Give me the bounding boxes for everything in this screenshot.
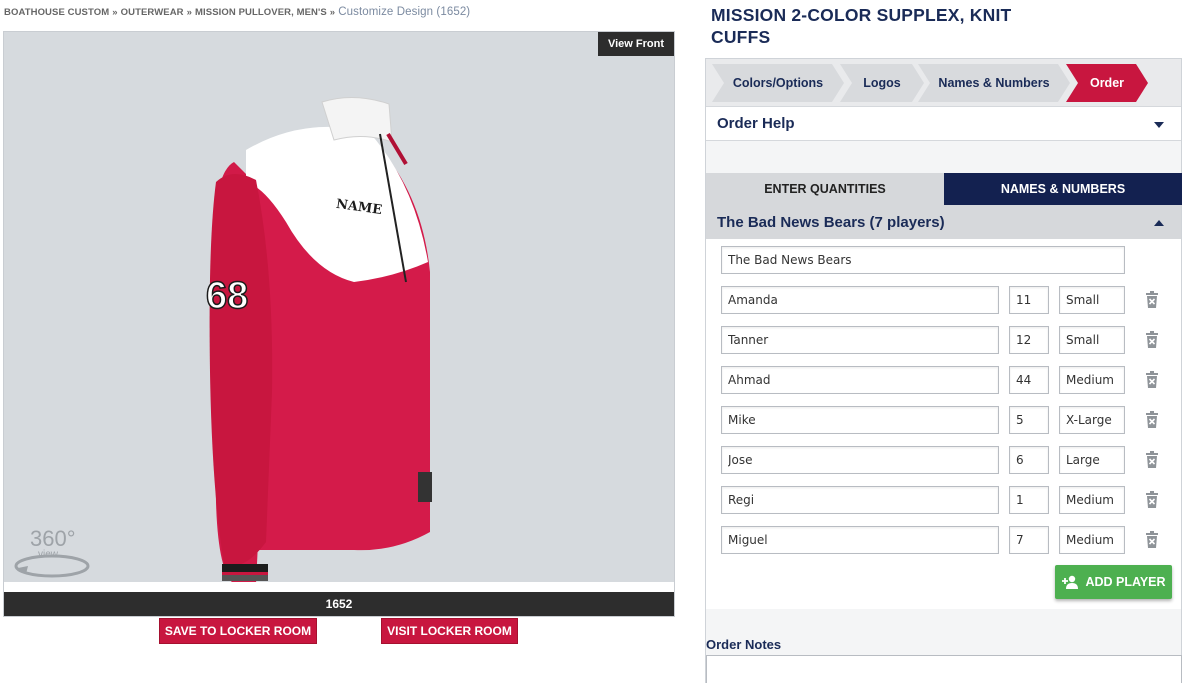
view-front-button[interactable]: View Front (598, 32, 674, 56)
player-name-input[interactable] (721, 326, 999, 354)
breadcrumb-current: Customize Design (1652) (338, 6, 471, 18)
jacket-preview-image: NAME 68 (205, 96, 432, 584)
order-panel: Colors/Options Logos Names & Numbers Ord… (705, 58, 1182, 683)
player-size-select[interactable] (1059, 326, 1125, 354)
product-title: MISSION 2-COLOR SUPPLEX, KNIT CUFFS (711, 5, 1012, 47)
team-header-label: The Bad News Bears (7 players) (717, 213, 945, 231)
chevron-down-icon (1154, 122, 1164, 128)
player-name-input[interactable] (721, 406, 999, 434)
step-names-numbers[interactable]: Names & Numbers (918, 64, 1070, 102)
rotate-360-icon[interactable]: 360° view (12, 524, 96, 586)
player-row (721, 486, 1181, 514)
breadcrumb-link-mission-pullover[interactable]: MISSION PULLOVER, MEN'S (195, 7, 327, 18)
trash-icon[interactable] (1143, 411, 1161, 429)
breadcrumb-link-outerwear[interactable]: OUTERWEAR (121, 7, 184, 18)
player-name-input[interactable] (721, 446, 999, 474)
player-size-select[interactable] (1059, 406, 1125, 434)
player-number-input[interactable] (1009, 446, 1049, 474)
player-size-select[interactable] (1059, 446, 1125, 474)
player-row (721, 446, 1181, 474)
add-player-button[interactable]: ADD PLAYER (1055, 565, 1172, 599)
player-name-input[interactable] (721, 486, 999, 514)
add-person-icon (1062, 575, 1079, 589)
trash-icon[interactable] (1143, 491, 1161, 509)
player-row (721, 286, 1181, 314)
step-logos[interactable]: Logos (840, 64, 924, 102)
save-to-locker-room-button[interactable]: SAVE TO LOCKER ROOM (159, 618, 317, 644)
trash-icon[interactable] (1143, 451, 1161, 469)
player-size-select[interactable] (1059, 286, 1125, 314)
trash-icon[interactable] (1143, 331, 1161, 349)
order-notes-label: Order Notes (706, 637, 782, 652)
chevron-up-icon (1154, 220, 1164, 226)
trash-icon[interactable] (1143, 371, 1161, 389)
player-number-input[interactable] (1009, 366, 1049, 394)
player-name-input[interactable] (721, 526, 999, 554)
viewer-bottom-strip (4, 582, 674, 592)
player-number-input[interactable] (1009, 286, 1049, 314)
player-number-input[interactable] (1009, 486, 1049, 514)
design-number-bar: 1652 (4, 592, 674, 616)
breadcrumb-separator: » (329, 7, 336, 18)
svg-text:view: view (38, 549, 59, 560)
tab-enter-quantities[interactable]: ENTER QUANTITIES (706, 173, 944, 205)
step-colors-options[interactable]: Colors/Options (712, 64, 844, 102)
add-player-label: ADD PLAYER (1085, 575, 1166, 589)
player-roster: ADD PLAYER (706, 239, 1181, 609)
player-size-select[interactable] (1059, 366, 1125, 394)
breadcrumb-separator: » (112, 7, 118, 18)
player-name-input[interactable] (721, 286, 999, 314)
order-help-accordion[interactable]: Order Help (706, 107, 1181, 141)
team-accordion-header[interactable]: The Bad News Bears (7 players) (706, 205, 1181, 239)
player-row (721, 366, 1181, 394)
player-row (721, 526, 1181, 554)
visit-locker-room-button[interactable]: VISIT LOCKER ROOM (381, 618, 518, 644)
order-notes-textarea[interactable] (706, 655, 1182, 683)
player-size-select[interactable] (1059, 486, 1125, 514)
tab-names-numbers[interactable]: NAMES & NUMBERS (944, 173, 1182, 205)
player-number-input[interactable] (1009, 326, 1049, 354)
breadcrumb-link-boathouse[interactable]: BOATHOUSE CUSTOM (4, 7, 109, 18)
product-3d-viewer[interactable]: View Front NAME 68 360° view 1652 (3, 31, 675, 617)
svg-text:360°: 360° (30, 526, 76, 551)
step-navigation: Colors/Options Logos Names & Numbers Ord… (706, 59, 1181, 107)
order-help-label: Order Help (717, 115, 795, 132)
breadcrumb: BOATHOUSE CUSTOM» OUTERWEAR» MISSION PULLO… (4, 6, 470, 18)
player-number-input[interactable] (1009, 406, 1049, 434)
customizer-page: BOATHOUSE CUSTOM» OUTERWEAR» MISSION PULLO… (0, 0, 1188, 683)
jacket-sleeve-number: 68 (206, 275, 248, 317)
team-name-input[interactable] (721, 246, 1125, 274)
player-size-select[interactable] (1059, 526, 1125, 554)
player-number-input[interactable] (1009, 526, 1049, 554)
breadcrumb-separator: » (186, 7, 193, 18)
player-name-input[interactable] (721, 366, 999, 394)
step-order[interactable]: Order (1066, 64, 1148, 102)
trash-icon[interactable] (1143, 531, 1161, 549)
player-row (721, 326, 1181, 354)
player-row (721, 406, 1181, 434)
trash-icon[interactable] (1143, 291, 1161, 309)
